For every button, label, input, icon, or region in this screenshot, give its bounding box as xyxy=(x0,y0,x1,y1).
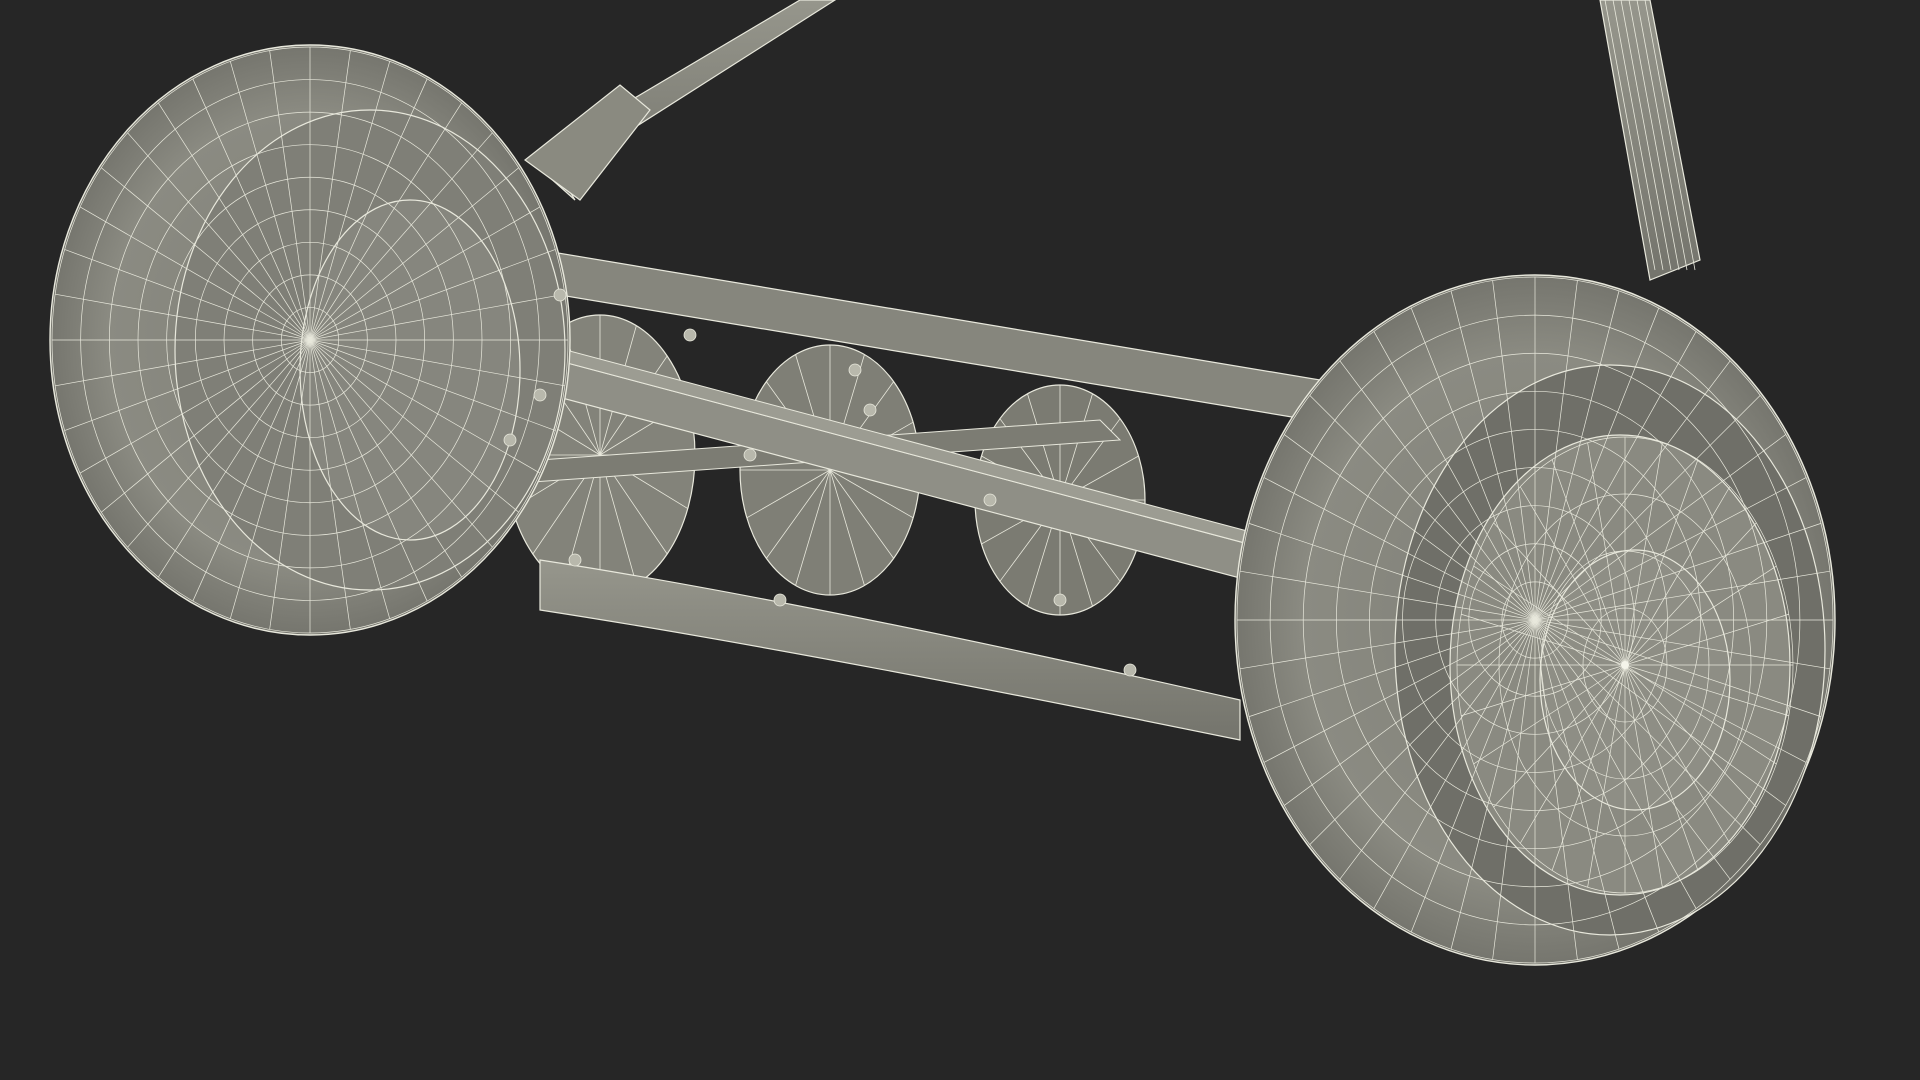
handle-left-bend xyxy=(524,84,651,201)
render-viewport xyxy=(0,0,1920,1080)
mower-wireframe-render xyxy=(49,0,1836,966)
handle-bars xyxy=(524,0,1701,281)
left-wheel xyxy=(49,44,571,636)
handle-right-bar xyxy=(1599,0,1701,281)
cutter-bar xyxy=(539,559,1241,741)
right-wheel xyxy=(1234,274,1836,966)
